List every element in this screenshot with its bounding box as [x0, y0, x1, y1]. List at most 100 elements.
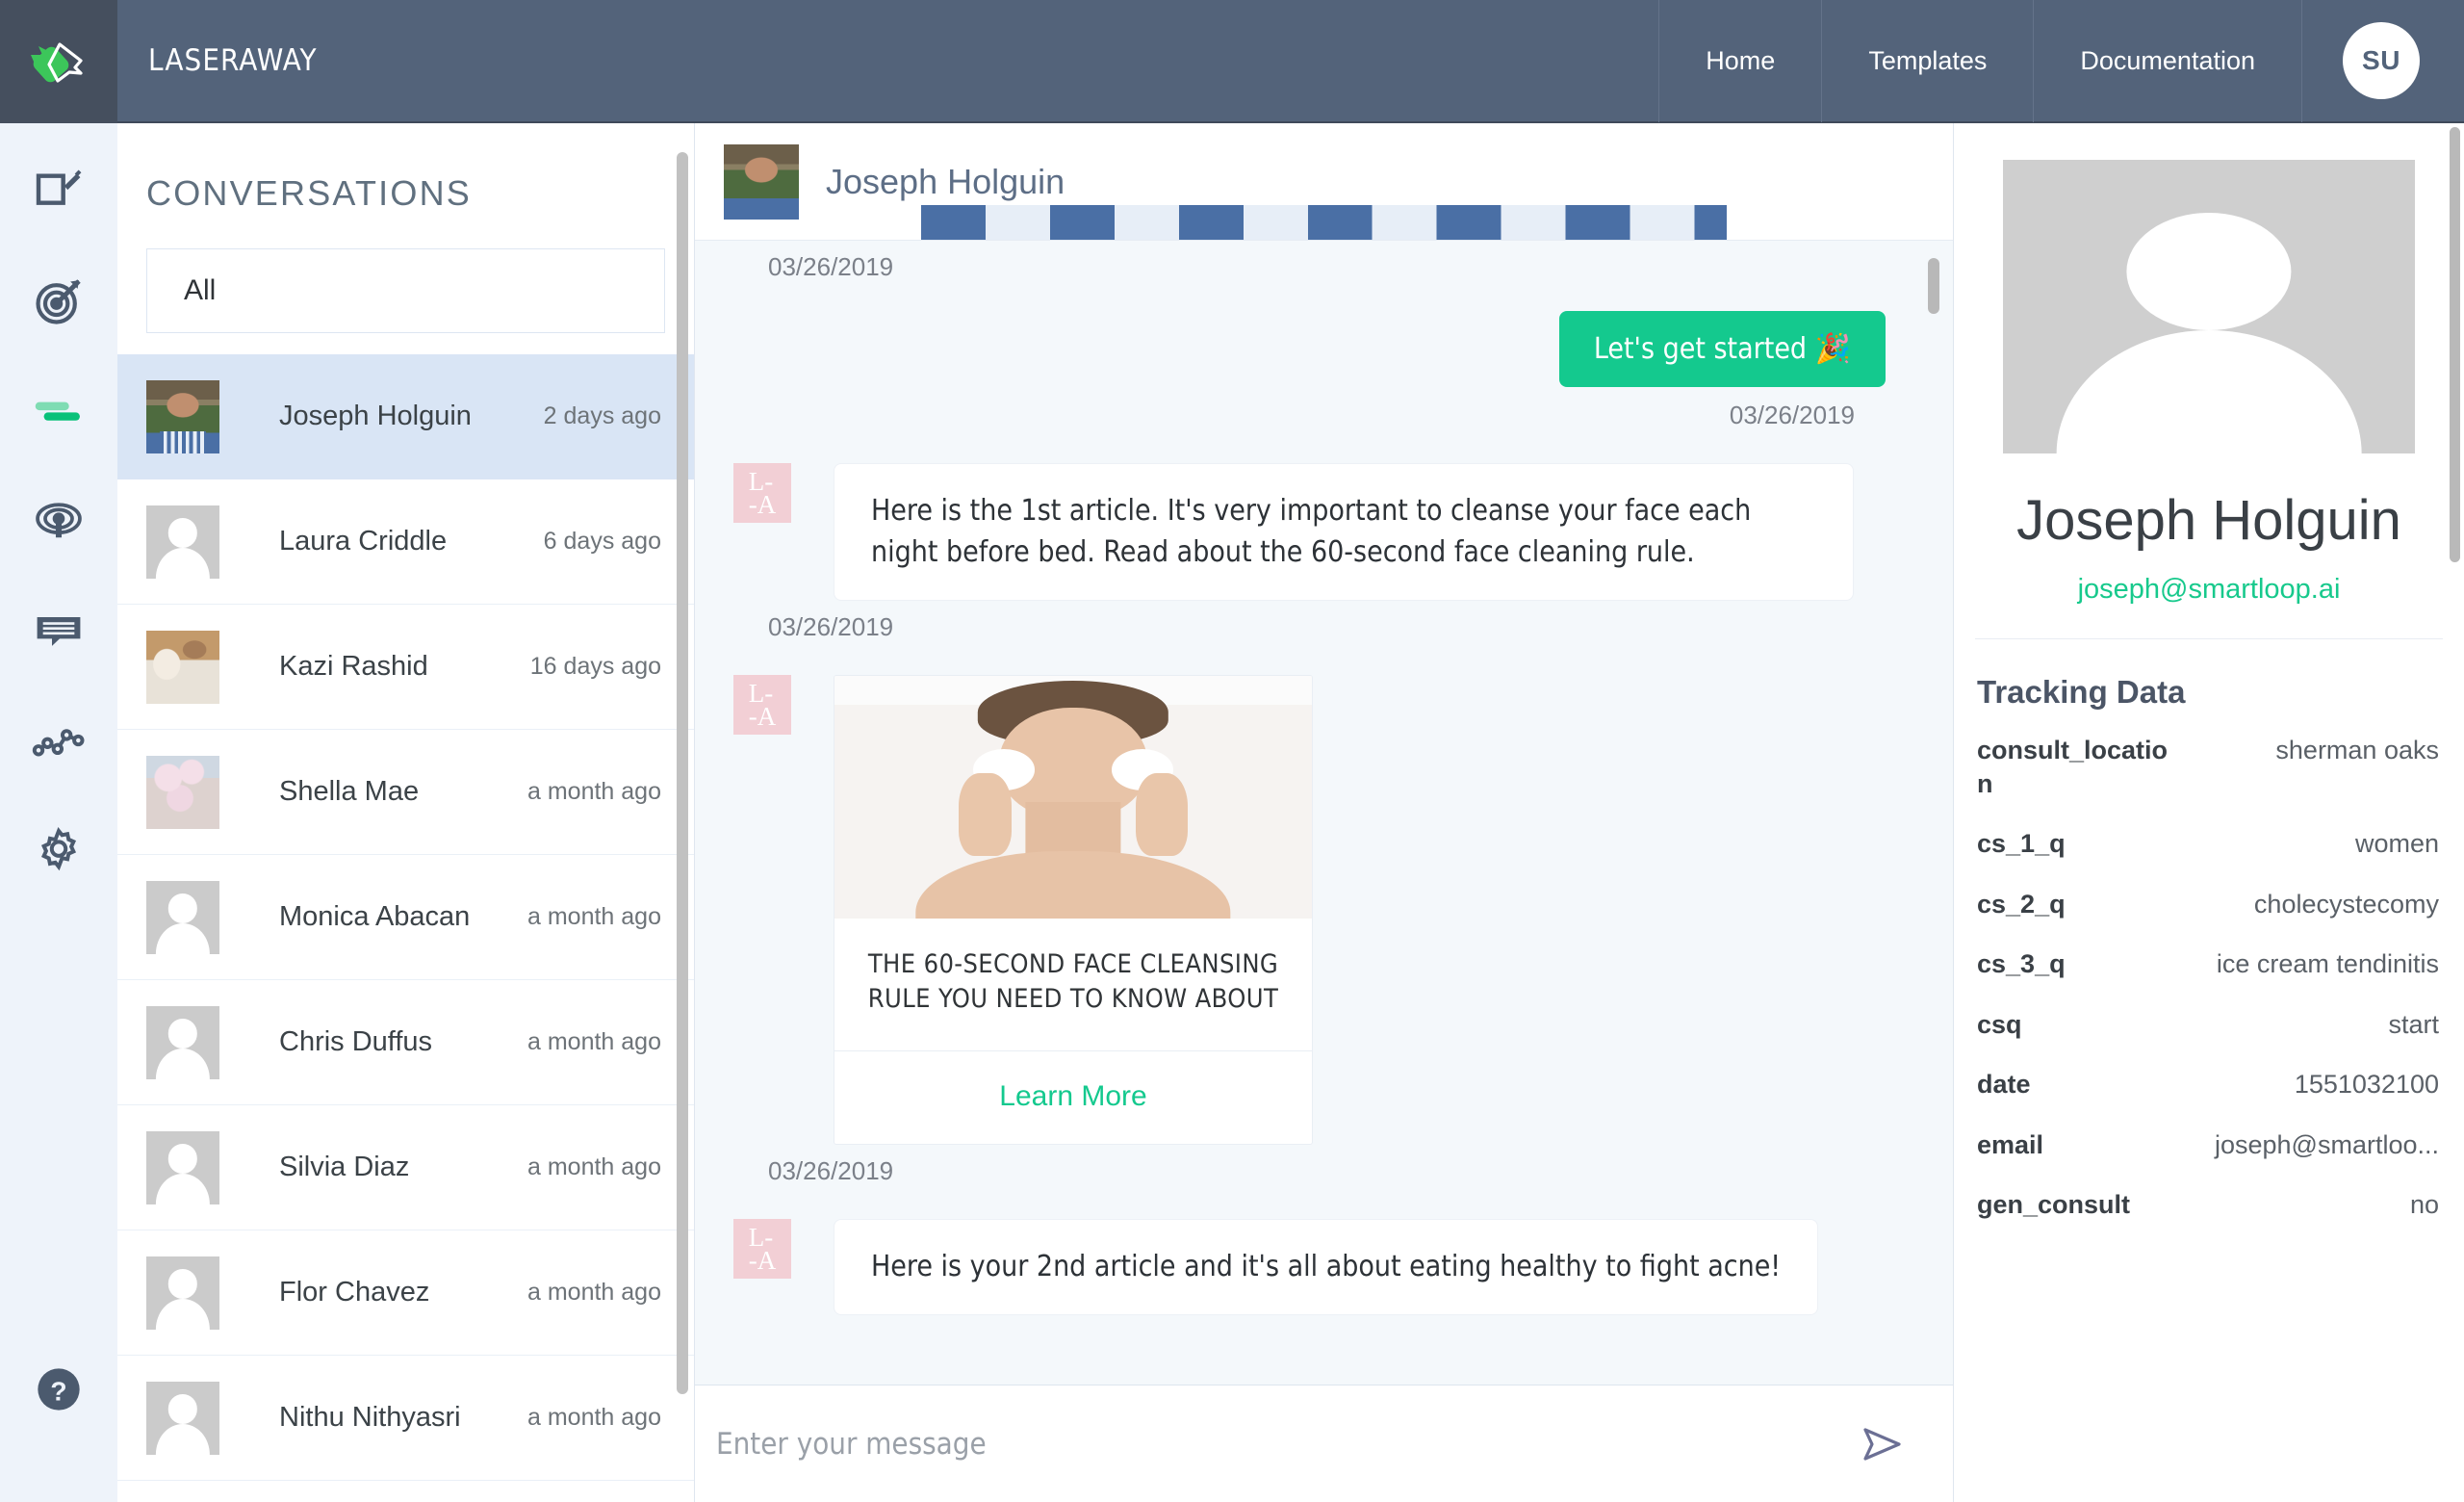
- nav-item-home[interactable]: Home: [1658, 0, 1821, 122]
- chat-bubbles-icon[interactable]: [21, 374, 96, 449]
- list-item-name: Silvia Diaz: [279, 1152, 410, 1182]
- list-item[interactable]: Laura Criddle 6 days ago: [117, 479, 694, 605]
- message-input[interactable]: [716, 1426, 1834, 1462]
- list-item-name: Shella Mae: [279, 776, 420, 807]
- table-row: cs_2_q cholecystecomy: [1954, 874, 2464, 935]
- bot-avatar-line2: -A: [748, 490, 777, 519]
- list-item-time: a month ago: [527, 1153, 661, 1180]
- avatar-placeholder-icon: [146, 505, 219, 579]
- avatar-placeholder-icon: [146, 1256, 219, 1330]
- top-bar: LASERAWAY Home Templates Documentation S…: [0, 0, 2464, 123]
- avatar-placeholder-icon: [146, 880, 219, 954]
- incoming-card-message: L- -A THE 60-SECOND FACE CLEANSING RULE …: [733, 675, 1895, 1145]
- table-row: gen_consult no: [1954, 1175, 2464, 1235]
- list-item-name: Flor Chavez: [279, 1277, 430, 1308]
- send-paper-plane-icon[interactable]: [1834, 1421, 1909, 1467]
- list-item[interactable]: Kazi Rashid 16 days ago: [117, 605, 694, 730]
- avatar[interactable]: SU: [2343, 22, 2420, 99]
- bot-avatar-line2: -A: [748, 1245, 777, 1275]
- bot-avatar-icon: L- -A: [733, 1218, 791, 1279]
- page-title: Joseph Holguin: [2016, 489, 2401, 552]
- settings-gear-icon[interactable]: [21, 813, 96, 888]
- table-row: cs_3_q ice cream tendinitis: [1954, 934, 2464, 995]
- conversations-panel: CONVERSATIONS All Joseph Holguin 2 days …: [117, 123, 695, 1502]
- message-date: 03/26/2019: [768, 1155, 894, 1185]
- conversations-title: CONVERSATIONS: [146, 173, 472, 213]
- compose-icon[interactable]: [21, 154, 96, 229]
- avatar-placeholder-icon: [146, 1005, 219, 1079]
- list-item[interactable]: Chris Duffus a month ago: [117, 980, 694, 1105]
- message-date: 03/26/2019: [1729, 401, 1855, 429]
- icon-rail: ?: [0, 123, 117, 1502]
- default-user-photo-icon: [2003, 160, 2415, 453]
- table-row: consult_location sherman oaks: [1954, 720, 2464, 814]
- tracking-key: consult_location: [1977, 735, 2169, 798]
- lets-get-started-button[interactable]: Let's get started 🎉: [1558, 311, 1886, 387]
- top-nav: Home Templates Documentation SU: [1658, 0, 2464, 122]
- list-item[interactable]: Silvia Diaz a month ago: [117, 1105, 694, 1230]
- top-bar-main: LASERAWAY Home Templates Documentation S…: [117, 0, 2464, 123]
- list-item-name: Monica Abacan: [279, 901, 471, 932]
- conversation-filter-select[interactable]: All: [146, 248, 665, 333]
- profile-email-link[interactable]: joseph@smartloop.ai: [1954, 574, 2464, 606]
- nav-item-documentation[interactable]: Documentation: [2033, 0, 2301, 122]
- broadcast-icon[interactable]: [21, 483, 96, 558]
- article-card[interactable]: THE 60-SECOND FACE CLEANSING RULE YOU NE…: [834, 675, 1313, 1145]
- app-root: LASERAWAY Home Templates Documentation S…: [0, 0, 2464, 1502]
- list-item-time: 16 days ago: [529, 653, 661, 680]
- list-item-time: 6 days ago: [543, 528, 661, 555]
- list-item[interactable]: Nithu Nithyasri a month ago: [117, 1356, 694, 1481]
- list-item-time: a month ago: [527, 1028, 661, 1055]
- svg-text:?: ?: [50, 1376, 66, 1406]
- list-item-name: Chris Duffus: [279, 1026, 433, 1057]
- outgoing-message: Let's get started 🎉: [733, 311, 1895, 387]
- chat-panel: Joseph Holguin 03/26/2019 Let's get star…: [695, 123, 1954, 1502]
- target-icon[interactable]: [21, 264, 96, 339]
- list-item[interactable]: Joseph Holguin 2 days ago: [117, 354, 694, 479]
- profile-scrollbar[interactable]: [2450, 127, 2460, 562]
- body: ? CONVERSATIONS All Joseph Holguin 2 day…: [0, 123, 2464, 1502]
- profile-panel: Joseph Holguin joseph@smartloop.ai Track…: [1954, 123, 2464, 1502]
- tracking-key: csq: [1977, 1009, 2022, 1039]
- list-item-time: a month ago: [527, 1279, 661, 1306]
- table-row: cs_1_q women: [1954, 814, 2464, 874]
- messages-icon[interactable]: [21, 593, 96, 668]
- tracking-key: email: [1977, 1129, 2044, 1159]
- list-item[interactable]: Monica Abacan a month ago: [117, 855, 694, 980]
- message-text: Here is the 1st article. It's very impor…: [834, 463, 1854, 602]
- tracking-value: joseph@smartloo...: [2214, 1129, 2439, 1159]
- user-avatar-cell[interactable]: SU: [2301, 0, 2464, 122]
- nav-item-templates[interactable]: Templates: [1821, 0, 2033, 122]
- avatar: [146, 755, 219, 829]
- conversation-list[interactable]: Joseph Holguin 2 days ago Laura Criddle …: [117, 354, 694, 1502]
- table-row: email joseph@smartloo...: [1954, 1115, 2464, 1176]
- message-scroll-area[interactable]: 03/26/2019 Let's get started 🎉 03/26/201…: [695, 241, 1953, 1385]
- avatar: [146, 379, 219, 453]
- smartloop-chat-logo-icon: [23, 26, 94, 97]
- tracking-key: gen_consult: [1977, 1190, 2131, 1220]
- chat-scrollbar[interactable]: [1928, 258, 1939, 314]
- list-item-time: 2 days ago: [543, 402, 661, 429]
- message-text: Here is your 2nd article and it's all ab…: [834, 1218, 1819, 1316]
- chat-header: Joseph Holguin: [695, 123, 1953, 241]
- analytics-icon[interactable]: [21, 703, 96, 778]
- tracking-data-title: Tracking Data: [1977, 673, 2186, 710]
- list-item-time: a month ago: [527, 903, 661, 930]
- avatar-placeholder-icon: [146, 1381, 219, 1455]
- logo-cell[interactable]: [0, 0, 117, 123]
- message-date: 03/26/2019: [768, 252, 894, 281]
- article-title: THE 60-SECOND FACE CLEANSING RULE YOU NE…: [834, 919, 1312, 1051]
- tracking-value: no: [2409, 1190, 2439, 1220]
- article-image: [834, 676, 1312, 919]
- conversations-scrollbar[interactable]: [677, 152, 688, 1394]
- tracking-value: ice cream tendinitis: [2216, 949, 2439, 979]
- bot-avatar-icon: L- -A: [733, 463, 791, 523]
- list-item[interactable]: Shella Mae a month ago: [117, 730, 694, 855]
- list-item-name: Kazi Rashid: [279, 651, 428, 682]
- help-question-icon[interactable]: ?: [21, 1352, 96, 1427]
- list-item[interactable]: Flor Chavez a month ago: [117, 1230, 694, 1356]
- tracking-key: date: [1977, 1070, 2031, 1100]
- learn-more-button[interactable]: Learn More: [834, 1051, 1312, 1144]
- brand-title: LASERAWAY: [148, 43, 318, 78]
- incoming-message: L- -A Here is your 2nd article and it's …: [733, 1218, 1895, 1316]
